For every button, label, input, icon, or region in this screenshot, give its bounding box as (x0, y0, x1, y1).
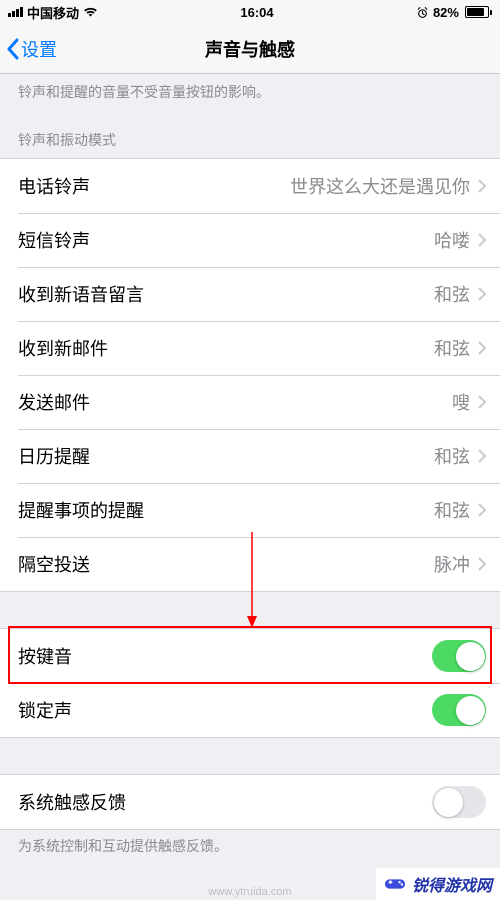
cell-value: 世界这么大还是遇见你 (290, 173, 470, 199)
cell-value: 哈喽 (434, 227, 470, 253)
watermark-brand: 锐得游戏网 (376, 868, 500, 900)
nav-bar: 设置 声音与触感 (0, 24, 500, 74)
status-right: 82% (416, 5, 492, 20)
cell-label: 短信铃声 (18, 227, 90, 253)
cell-label: 锁定声 (18, 697, 72, 723)
chevron-right-icon (478, 503, 486, 517)
cell-reminder[interactable]: 提醒事项的提醒 和弦 (0, 483, 500, 537)
battery-icon (463, 6, 492, 18)
cell-keyboard-clicks: 按键音 (0, 629, 500, 683)
chevron-right-icon (478, 341, 486, 355)
chevron-right-icon (478, 233, 486, 247)
chevron-right-icon (478, 449, 486, 463)
toggle-keyboard-clicks[interactable] (432, 640, 486, 672)
sounds-toggle-group: 按键音 锁定声 (0, 628, 500, 738)
cell-value: 和弦 (434, 497, 470, 523)
cell-value: 嗖 (452, 389, 470, 415)
cell-sentmail[interactable]: 发送邮件 嗖 (0, 375, 500, 429)
chevron-right-icon (478, 287, 486, 301)
status-bar: 中国移动 16:04 82% (0, 0, 500, 24)
chevron-right-icon (478, 179, 486, 193)
watermark-url: www.ytruida.com (208, 886, 291, 898)
section-header-ring-patterns: 铃声和振动模式 (0, 122, 500, 158)
cell-voicemail[interactable]: 收到新语音留言 和弦 (0, 267, 500, 321)
toggle-system-haptics[interactable] (432, 786, 486, 818)
chevron-left-icon (6, 38, 19, 60)
cell-label: 系统触感反馈 (18, 789, 126, 815)
cell-value: 和弦 (434, 335, 470, 361)
toggle-lock-sound[interactable] (432, 694, 486, 726)
status-time: 16:04 (240, 5, 273, 20)
cell-value: 和弦 (434, 281, 470, 307)
watermark-brand-text: 锐得游戏网 (412, 872, 492, 896)
gamepad-icon (384, 876, 406, 892)
ringtone-group: 电话铃声 世界这么大还是遇见你 短信铃声 哈喽 收到新语音留言 和弦 收到新 (0, 158, 500, 592)
signal-icon (8, 7, 23, 17)
back-button[interactable]: 设置 (0, 36, 57, 62)
cell-calendar[interactable]: 日历提醒 和弦 (0, 429, 500, 483)
cell-label: 发送邮件 (18, 389, 90, 415)
volume-note: 铃声和提醒的音量不受音量按钮的影响。 (0, 74, 500, 122)
cell-texttone[interactable]: 短信铃声 哈喽 (0, 213, 500, 267)
cell-label: 按键音 (18, 643, 72, 669)
carrier-label: 中国移动 (27, 3, 79, 22)
chevron-right-icon (478, 557, 486, 571)
cell-label: 隔空投送 (18, 551, 90, 577)
cell-ringtone[interactable]: 电话铃声 世界这么大还是遇见你 (0, 159, 500, 213)
cell-value: 脉冲 (434, 551, 470, 577)
alarm-icon (416, 6, 429, 19)
cell-system-haptics: 系统触感反馈 (0, 775, 500, 829)
cell-label: 提醒事项的提醒 (18, 497, 144, 523)
cell-lock-sound: 锁定声 (0, 683, 500, 737)
battery-percent: 82% (433, 5, 459, 20)
cell-airdrop[interactable]: 隔空投送 脉冲 (0, 537, 500, 591)
page-title: 声音与触感 (0, 36, 500, 62)
cell-label: 收到新语音留言 (18, 281, 144, 307)
cell-newmail[interactable]: 收到新邮件 和弦 (0, 321, 500, 375)
cell-label: 日历提醒 (18, 443, 90, 469)
haptics-group: 系统触感反馈 (0, 774, 500, 830)
cell-label: 收到新邮件 (18, 335, 108, 361)
chevron-right-icon (478, 395, 486, 409)
cell-value: 和弦 (434, 443, 470, 469)
wifi-icon (83, 6, 98, 18)
status-left: 中国移动 (8, 3, 98, 22)
back-label: 设置 (21, 36, 57, 62)
content-scroll[interactable]: 铃声和提醒的音量不受音量按钮的影响。 铃声和振动模式 电话铃声 世界这么大还是遇… (0, 74, 500, 886)
cell-label: 电话铃声 (18, 173, 90, 199)
